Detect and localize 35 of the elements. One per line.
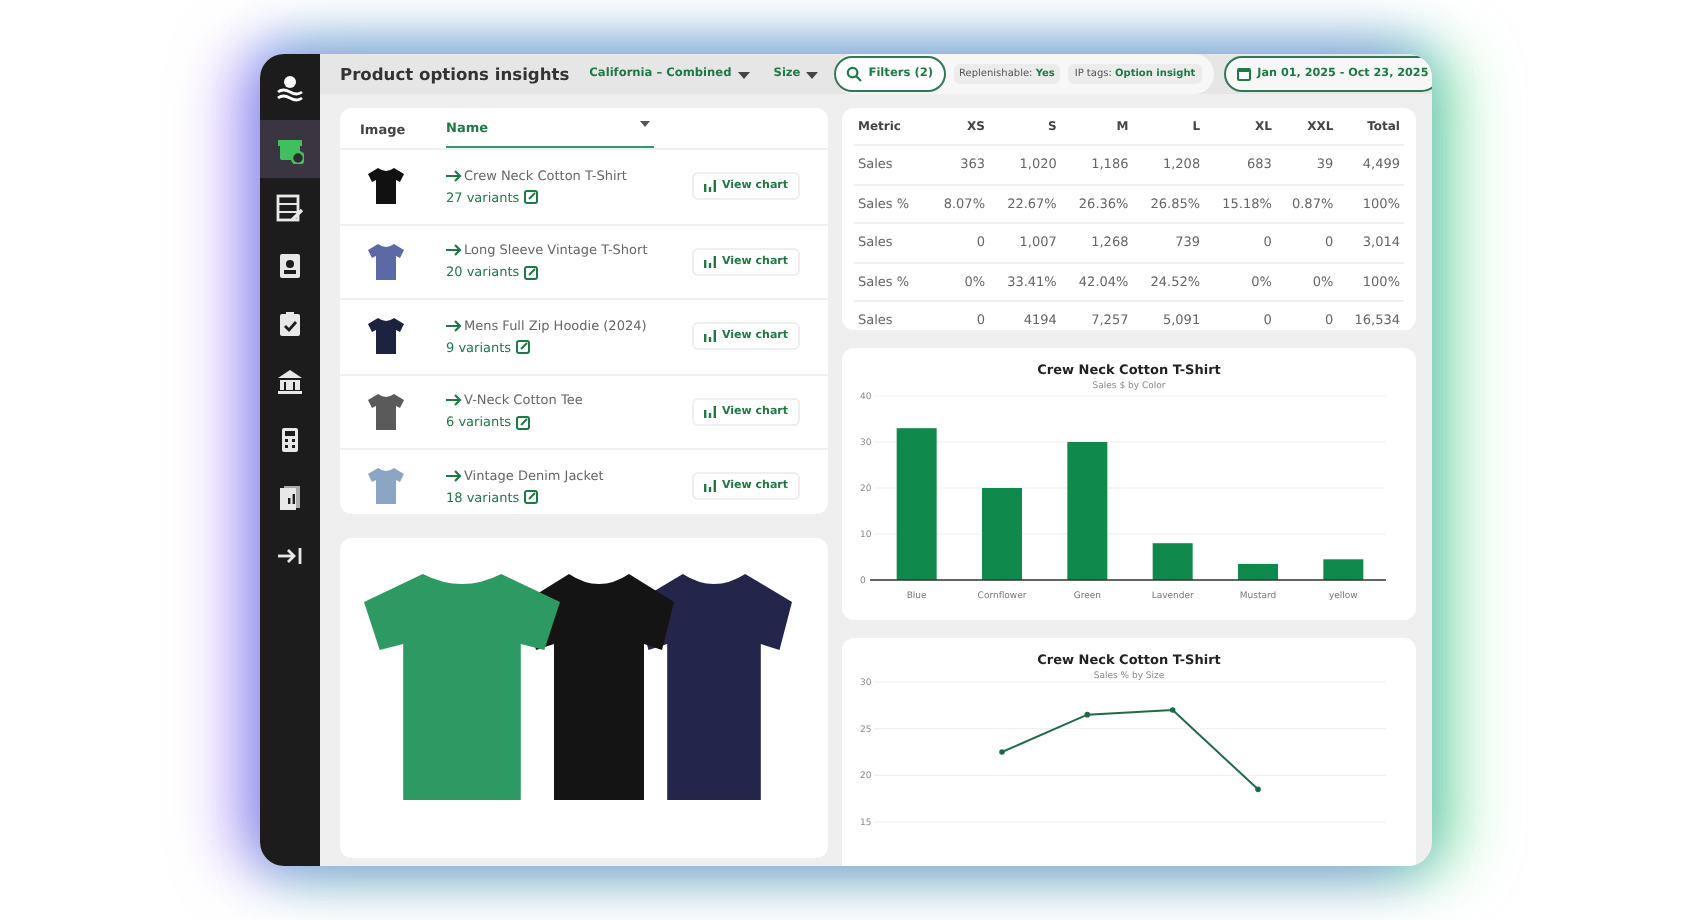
caret-icon (737, 69, 750, 79)
bar (1067, 442, 1108, 580)
external-link-icon (523, 490, 538, 505)
caret-icon (640, 120, 650, 128)
external-link-icon (515, 415, 530, 430)
search-icon (846, 66, 863, 82)
calendar-icon (1235, 66, 1252, 82)
contact-card-icon (276, 251, 304, 279)
data-point (1255, 786, 1261, 793)
bar-chart-icon (704, 480, 716, 493)
bar (982, 488, 1022, 580)
external-link-icon (523, 190, 538, 205)
bar-chart-icon (704, 180, 716, 193)
bar (1152, 543, 1193, 580)
arrow-right-icon (446, 244, 462, 257)
bar (1323, 559, 1364, 580)
bar-chart-icon (704, 255, 716, 268)
data-point (999, 749, 1005, 755)
bar-chart-icon (704, 405, 716, 418)
bank-icon (276, 367, 304, 395)
bar-chart-icon (704, 330, 716, 343)
arrow-right-icon (446, 394, 462, 407)
arrow-right-icon (446, 319, 462, 332)
calculator-icon (276, 425, 304, 453)
caret-icon (806, 69, 819, 79)
table-edit-icon (276, 193, 304, 221)
data-point (1169, 707, 1176, 713)
arrow-right-icon (446, 169, 462, 182)
arrow-right-icon (446, 469, 462, 482)
clipboard-check-icon (276, 309, 304, 337)
data-point (1084, 711, 1091, 718)
external-link-icon (523, 265, 538, 280)
report-icon (276, 483, 304, 511)
external-link-icon (515, 340, 530, 355)
page-title: Product options insights (340, 64, 570, 84)
